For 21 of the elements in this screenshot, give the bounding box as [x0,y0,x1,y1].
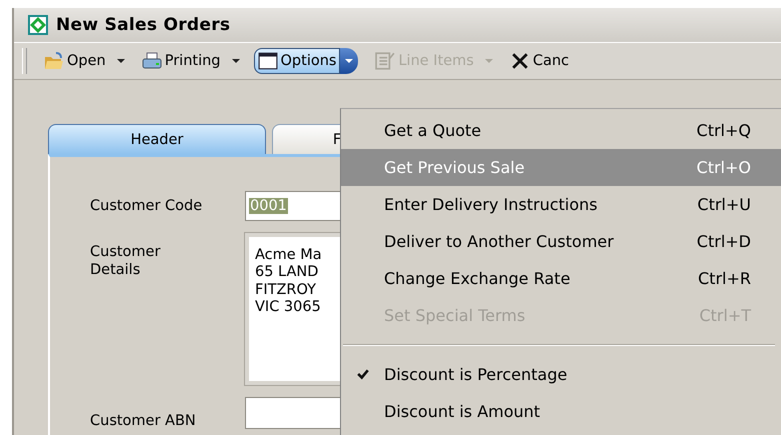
caret-icon [484,59,493,63]
toolbar-button[interactable]: Open [41,49,109,73]
field-label: Customer Details [90,243,162,280]
folder-icon [44,52,64,70]
caret-icon [232,59,240,63]
toolbar-button[interactable]: Options [254,48,340,74]
window-title: New Sales Orders [56,15,230,35]
list-icon [375,52,396,70]
dropdown-button[interactable] [340,48,358,74]
menu-item[interactable]: Discount is Amount [341,393,781,430]
app-icon [28,15,48,35]
toolbar-button[interactable]: Printing [138,49,224,73]
toolbar-button[interactable]: Canc [506,49,572,73]
window-icon [258,52,278,70]
field-label: Customer ABN [90,413,197,429]
field-label: Customer Code [90,198,204,214]
caret-icon [345,59,354,63]
caret-icon [116,59,125,63]
printer-icon [142,52,162,70]
tab[interactable]: Header [48,124,266,154]
close-icon [510,52,530,70]
